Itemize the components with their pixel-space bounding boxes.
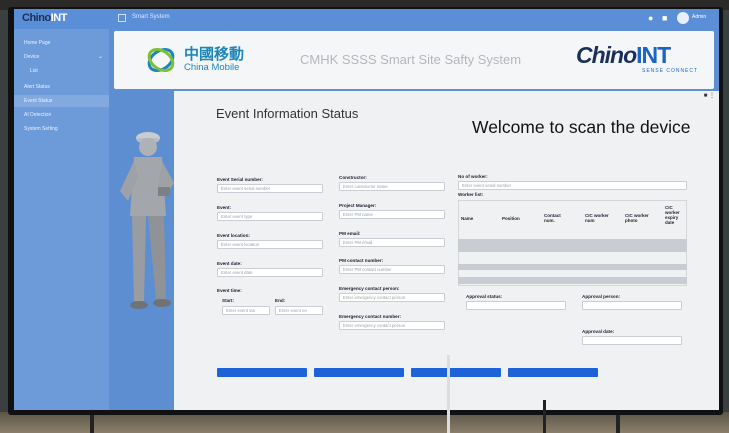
approval-date-label: Approval date: bbox=[582, 329, 615, 334]
pm-contact-input[interactable]: Enter PM contact number bbox=[339, 265, 445, 274]
event-date-label: Event date: bbox=[217, 261, 242, 266]
sidebar-item-label: Alert Status bbox=[24, 84, 50, 90]
sidebar-item-alert[interactable]: Alert Status bbox=[14, 81, 109, 93]
sidebar-item-ai[interactable]: AI Detection bbox=[14, 109, 109, 121]
fullscreen-icon[interactable]: ■ bbox=[662, 13, 667, 23]
sidebar-item-label: Home Page bbox=[24, 40, 51, 46]
event-location-input[interactable]: Enter event location bbox=[217, 240, 323, 249]
system-title: CMHK SSSS Smart Site Safty System bbox=[300, 52, 522, 67]
chinoint-tagline: SENSE CONNECT bbox=[642, 68, 699, 74]
approval-status-input[interactable] bbox=[466, 301, 566, 310]
action-button-3[interactable] bbox=[411, 368, 501, 377]
approval-date-input[interactable] bbox=[582, 336, 682, 345]
app-topbar: ChinoINT Smart System ● ■ Admin bbox=[14, 9, 719, 29]
sidebar: Home Page Device ⌄ List Alert Status Even… bbox=[14, 29, 109, 410]
sidebar-item-settings[interactable]: System Setting bbox=[14, 123, 109, 135]
app-logo: ChinoINT bbox=[22, 12, 67, 24]
start-label: Start: bbox=[222, 298, 234, 303]
project-manager-label: Project Manager: bbox=[339, 203, 377, 208]
china-mobile-cn: 中國移動 bbox=[184, 46, 245, 63]
table-row[interactable] bbox=[458, 277, 687, 284]
action-button-4[interactable] bbox=[508, 368, 598, 377]
avatar[interactable] bbox=[677, 12, 689, 24]
menu-toggle-icon[interactable] bbox=[118, 14, 126, 22]
project-manager-input[interactable]: Enter PM name bbox=[339, 210, 445, 219]
antenna bbox=[447, 355, 450, 433]
no-of-worker-input[interactable]: Enter event serial number bbox=[458, 181, 687, 190]
sidebar-item-device[interactable]: Device ⌄ bbox=[14, 51, 109, 63]
pm-email-label: PM email: bbox=[339, 231, 361, 236]
emergency-number-label: Emergency contact number: bbox=[339, 314, 402, 319]
emergency-number-input[interactable]: Enter emergency contact person bbox=[339, 321, 445, 330]
table-header-cic-expiry: CIC worker expiry date bbox=[665, 205, 680, 225]
table-header-cic-num: CIC worker num bbox=[585, 213, 609, 223]
sidebar-item-label: List bbox=[30, 68, 38, 74]
action-button-2[interactable] bbox=[314, 368, 404, 377]
event-label: Event: bbox=[217, 205, 232, 210]
sidebar-item-list[interactable]: List bbox=[14, 65, 109, 77]
screen: ChinoINT Smart System ● ■ Admin Home Pag… bbox=[14, 9, 719, 410]
table-header-cic-photo: CIC worker photo bbox=[625, 213, 649, 223]
pole bbox=[543, 400, 546, 433]
approval-status-label: Approval status: bbox=[466, 294, 503, 299]
notification-icon[interactable]: ● bbox=[648, 13, 653, 23]
sidebar-item-label: AI Detection bbox=[24, 112, 52, 118]
event-date-input[interactable]: Enter event date bbox=[217, 268, 323, 277]
sidebar-item-label: System Setting bbox=[24, 126, 58, 132]
monitor-stand-leg bbox=[616, 412, 620, 433]
emergency-person-input[interactable]: Enter emergency contact person bbox=[339, 293, 445, 302]
action-button-1[interactable] bbox=[217, 368, 307, 377]
event-location-label: Event location: bbox=[217, 233, 250, 238]
event-serial-label: Event Serial number: bbox=[217, 177, 263, 182]
constructor-label: Constructor: bbox=[339, 175, 367, 180]
china-mobile-logo-icon bbox=[147, 48, 175, 72]
page-title: Event Information Status bbox=[216, 106, 359, 121]
end-label: End: bbox=[275, 298, 286, 303]
end-time-input[interactable]: Enter event en bbox=[275, 306, 323, 315]
event-time-label: Event time: bbox=[217, 288, 242, 293]
pm-contact-label: PM contact number: bbox=[339, 258, 384, 263]
welcome-message: Welcome to scan the device bbox=[472, 117, 691, 137]
app-logo-chino: Chino bbox=[22, 12, 51, 24]
table-row[interactable] bbox=[458, 239, 687, 252]
china-mobile-en: China Mobile bbox=[184, 62, 240, 73]
sidebar-item-event-status[interactable]: Event Status bbox=[14, 95, 109, 107]
user-name[interactable]: Admin bbox=[692, 14, 706, 20]
approval-person-label: Approval person: bbox=[582, 294, 621, 299]
sidebar-item-label: Device bbox=[24, 54, 40, 60]
table-row[interactable] bbox=[458, 264, 687, 270]
worker-list-label: Worker list: bbox=[458, 192, 484, 197]
breadcrumb: Smart System bbox=[132, 14, 170, 20]
sidebar-item-label: Event Status bbox=[24, 98, 53, 104]
monitor-stand-leg bbox=[90, 412, 94, 433]
start-time-input[interactable]: Enter event sta bbox=[222, 306, 270, 315]
app-logo-int: INT bbox=[50, 12, 68, 24]
chinoint-logo: ChinoINT bbox=[576, 42, 671, 69]
table-header-contact: Contact num. bbox=[544, 213, 561, 223]
pm-email-input[interactable]: Enter PM email bbox=[339, 238, 445, 247]
event-input[interactable]: Enter event type bbox=[217, 212, 323, 221]
panel-tool-icons[interactable]: ■ ⋮ bbox=[704, 92, 715, 99]
no-of-worker-label: No of worker: bbox=[458, 174, 488, 179]
chinoint-logo-int: INT bbox=[636, 42, 671, 68]
table-header-name: Name bbox=[461, 216, 474, 221]
chinoint-logo-chino: Chino bbox=[576, 42, 637, 68]
content-header: 中國移動 China Mobile CMHK SSSS Smart Site S… bbox=[114, 31, 714, 89]
approval-person-input[interactable] bbox=[582, 301, 682, 310]
chevron-down-icon: ⌄ bbox=[97, 54, 103, 60]
event-serial-input[interactable]: Enter event serial number bbox=[217, 184, 323, 193]
sidebar-item-home[interactable]: Home Page bbox=[14, 37, 109, 49]
constructor-input[interactable]: Enter constructor name bbox=[339, 182, 445, 191]
emergency-person-label: Emergency contact person: bbox=[339, 286, 400, 291]
table-header-position: Position bbox=[502, 216, 520, 221]
